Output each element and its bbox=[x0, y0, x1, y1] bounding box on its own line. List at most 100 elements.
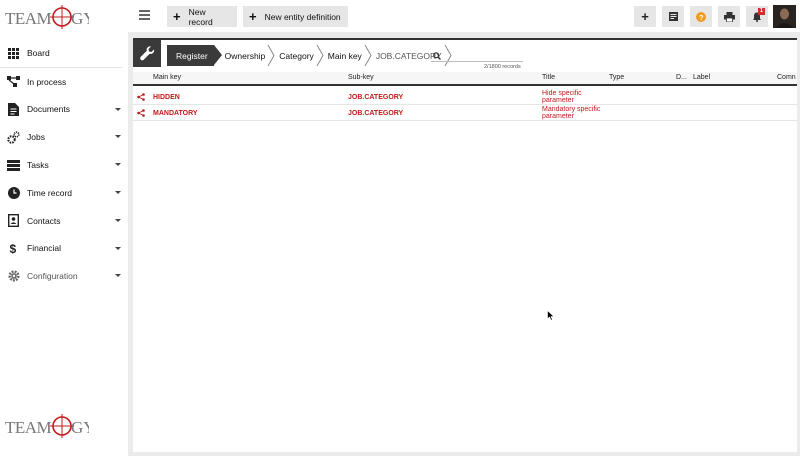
breadcrumb-item-category[interactable]: Category bbox=[271, 45, 324, 66]
sidebar-item-tasks[interactable]: Tasks bbox=[0, 151, 128, 179]
search-icon bbox=[433, 52, 441, 60]
sidebar-item-label: Tasks bbox=[27, 160, 49, 171]
contacts-icon bbox=[7, 214, 20, 228]
print-button[interactable] bbox=[718, 6, 740, 27]
svg-text:?: ? bbox=[699, 13, 704, 22]
breadcrumb-item-main-key[interactable]: Main key bbox=[320, 45, 372, 66]
share-icon[interactable] bbox=[137, 109, 145, 117]
chevron-down-icon[interactable] bbox=[115, 135, 121, 139]
share-icon[interactable] bbox=[137, 93, 145, 101]
sidebar-item-label: Documents bbox=[27, 104, 70, 115]
new-entity-label: New entity definition bbox=[264, 11, 341, 22]
table-header: Main key Sub-key Title Type D... Label C… bbox=[133, 72, 797, 86]
chevron-down-icon[interactable] bbox=[115, 218, 121, 222]
table-row[interactable]: HIDDEN JOB.CATEGORY Hide specific parame… bbox=[133, 89, 797, 105]
column-header-main-key[interactable]: Main key bbox=[153, 74, 181, 81]
gears-icon bbox=[7, 131, 20, 144]
cell-title-line: parameter bbox=[542, 113, 574, 120]
chevron-down-icon[interactable] bbox=[115, 274, 121, 278]
sidebar-item-in-process[interactable]: In process bbox=[0, 68, 128, 96]
cell-sub-key: JOB.CATEGORY bbox=[348, 110, 404, 117]
column-header-sub-key[interactable]: Sub-key bbox=[348, 74, 374, 81]
sidebar-item-label: Time record bbox=[27, 187, 73, 198]
dollar-icon: $ bbox=[7, 242, 20, 255]
sidebar-nav: Board In process Documents Jobs Tasks Ti… bbox=[0, 40, 128, 290]
sidebar: TEAM GY Board In process Documents bbox=[0, 0, 128, 456]
wrench-icon bbox=[139, 46, 154, 61]
cell-title-line: Hide specific bbox=[542, 90, 582, 97]
avatar[interactable] bbox=[773, 5, 796, 28]
mouse-cursor-icon bbox=[547, 310, 555, 321]
process-icon bbox=[7, 75, 20, 88]
cell-main-key: HIDDEN bbox=[153, 94, 180, 101]
main-panel: Register Ownership Category Main key JOB… bbox=[133, 38, 797, 452]
breadcrumb-label: Register bbox=[176, 50, 208, 61]
breadcrumb: Register Ownership Category Main key JOB… bbox=[167, 45, 452, 66]
svg-text:TEAM: TEAM bbox=[5, 418, 52, 437]
menu-icon[interactable] bbox=[139, 10, 150, 20]
document-icon bbox=[7, 102, 20, 116]
sidebar-item-financial[interactable]: $ Financial bbox=[0, 235, 128, 263]
print-icon bbox=[723, 11, 735, 22]
new-record-button[interactable]: + New record bbox=[167, 6, 237, 27]
notifications-button[interactable]: 1 bbox=[746, 6, 768, 27]
sidebar-item-time-record[interactable]: Time record bbox=[0, 179, 128, 207]
svg-text:$: $ bbox=[10, 242, 17, 255]
help-button[interactable]: ? bbox=[690, 6, 712, 27]
grid-icon bbox=[7, 47, 20, 60]
plus-icon: + bbox=[641, 9, 649, 24]
cell-title: Hide specific parameter bbox=[542, 90, 612, 104]
breadcrumb-item-register[interactable]: Register bbox=[167, 45, 222, 66]
svg-text:GY: GY bbox=[71, 418, 89, 437]
top-bar: + New record + New entity definition + ?… bbox=[128, 0, 800, 32]
column-header-comment[interactable]: Comn bbox=[777, 74, 796, 81]
sidebar-item-configuration[interactable]: Configuration bbox=[0, 262, 128, 290]
chevron-down-icon[interactable] bbox=[115, 107, 121, 111]
cell-main-key: MANDATORY bbox=[153, 110, 198, 117]
sidebar-item-label: Board bbox=[27, 48, 50, 59]
column-header-d[interactable]: D... bbox=[676, 74, 687, 81]
column-header-title[interactable]: Title bbox=[542, 74, 555, 81]
search-input[interactable] bbox=[431, 50, 523, 62]
sidebar-item-label: Financial bbox=[27, 243, 62, 254]
breadcrumb-item-ownership[interactable]: Ownership bbox=[214, 45, 275, 66]
clock-icon bbox=[7, 186, 20, 199]
sidebar-item-label: In process bbox=[27, 76, 67, 87]
breadcrumb-label: Main key bbox=[327, 50, 362, 61]
help-icon: ? bbox=[696, 11, 706, 22]
column-header-label[interactable]: Label bbox=[693, 74, 710, 81]
cell-title-line: parameter bbox=[542, 97, 574, 104]
sidebar-item-label: Configuration bbox=[27, 271, 78, 282]
sidebar-item-jobs[interactable]: Jobs bbox=[0, 123, 128, 151]
cell-title: Mandatory specific parameter bbox=[542, 106, 612, 120]
tasks-icon bbox=[7, 159, 20, 172]
gear-icon bbox=[7, 270, 20, 283]
breadcrumb-label: Ownership bbox=[224, 50, 266, 61]
svg-text:GY: GY bbox=[71, 9, 89, 28]
add-button[interactable]: + bbox=[634, 6, 656, 27]
settings-tool-button[interactable] bbox=[133, 40, 161, 67]
chevron-down-icon[interactable] bbox=[115, 163, 121, 167]
chevron-down-icon[interactable] bbox=[115, 246, 121, 250]
new-entity-definition-button[interactable]: + New entity definition bbox=[243, 6, 348, 27]
sidebar-item-contacts[interactable]: Contacts bbox=[0, 207, 128, 235]
plus-icon: + bbox=[173, 8, 181, 24]
sidebar-item-label: Jobs bbox=[27, 132, 45, 143]
chevron-down-icon[interactable] bbox=[115, 190, 121, 194]
sidebar-item-documents[interactable]: Documents bbox=[0, 96, 128, 124]
sidebar-item-label: Contacts bbox=[27, 215, 61, 226]
teamogy-logo[interactable]: TEAM GY bbox=[5, 4, 89, 30]
notification-badge: 1 bbox=[758, 8, 765, 15]
breadcrumb-label: Category bbox=[279, 50, 314, 61]
svg-text:TEAM: TEAM bbox=[5, 9, 52, 28]
table-row[interactable]: MANDATORY JOB.CATEGORY Mandatory specifi… bbox=[133, 105, 797, 121]
note-icon bbox=[668, 12, 678, 21]
sidebar-item-board[interactable]: Board bbox=[0, 40, 122, 68]
teamogy-logo-footer: TEAM GY bbox=[5, 414, 89, 438]
notes-button[interactable] bbox=[662, 6, 684, 27]
record-count: 2/1800 records bbox=[484, 64, 521, 70]
column-header-type[interactable]: Type bbox=[609, 74, 624, 81]
cell-sub-key: JOB.CATEGORY bbox=[348, 94, 404, 101]
plus-icon: + bbox=[249, 8, 257, 24]
cell-title-line: Mandatory specific bbox=[542, 106, 601, 113]
